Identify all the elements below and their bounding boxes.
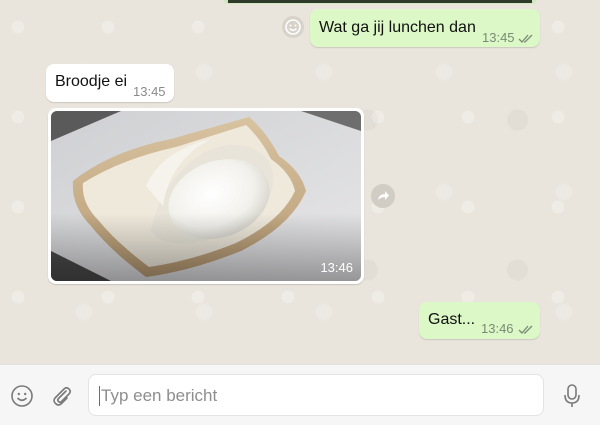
paperclip-icon[interactable]: [50, 384, 74, 408]
message-time: 13:45: [482, 30, 515, 45]
message-bubble-incoming[interactable]: Broodje ei 13:45: [46, 64, 174, 102]
message-time: 13:46: [320, 260, 353, 275]
microphone-icon[interactable]: [561, 383, 583, 409]
message-text: Wat ga jij lunchen dan: [319, 19, 476, 36]
toast-with-egg-photo[interactable]: 13:46: [51, 111, 361, 281]
double-check-icon: [518, 322, 534, 340]
text-caret: [99, 386, 100, 406]
message-time: 13:45: [133, 84, 166, 99]
smiley-icon[interactable]: [10, 384, 34, 408]
reaction-smiley-icon[interactable]: [282, 16, 304, 38]
message-composer: [0, 364, 600, 425]
image-message[interactable]: 13:46: [48, 108, 364, 284]
chat-area: Wat ga jij lunchen dan 13:45 Broodje ei …: [0, 0, 600, 364]
previous-message-edge: [224, 0, 536, 4]
message-text: Gast...: [428, 311, 476, 328]
message-input[interactable]: [99, 381, 523, 411]
forward-arrow-icon[interactable]: [371, 184, 395, 208]
message-bubble-outgoing[interactable]: Gast... 13:46: [419, 302, 540, 339]
double-check-icon: [518, 31, 534, 49]
message-bubble-outgoing[interactable]: Wat ga jij lunchen dan 13:45: [310, 9, 540, 47]
message-input-field[interactable]: [88, 374, 544, 416]
message-time: 13:46: [481, 321, 514, 336]
message-text: Broodje ei: [55, 73, 128, 90]
